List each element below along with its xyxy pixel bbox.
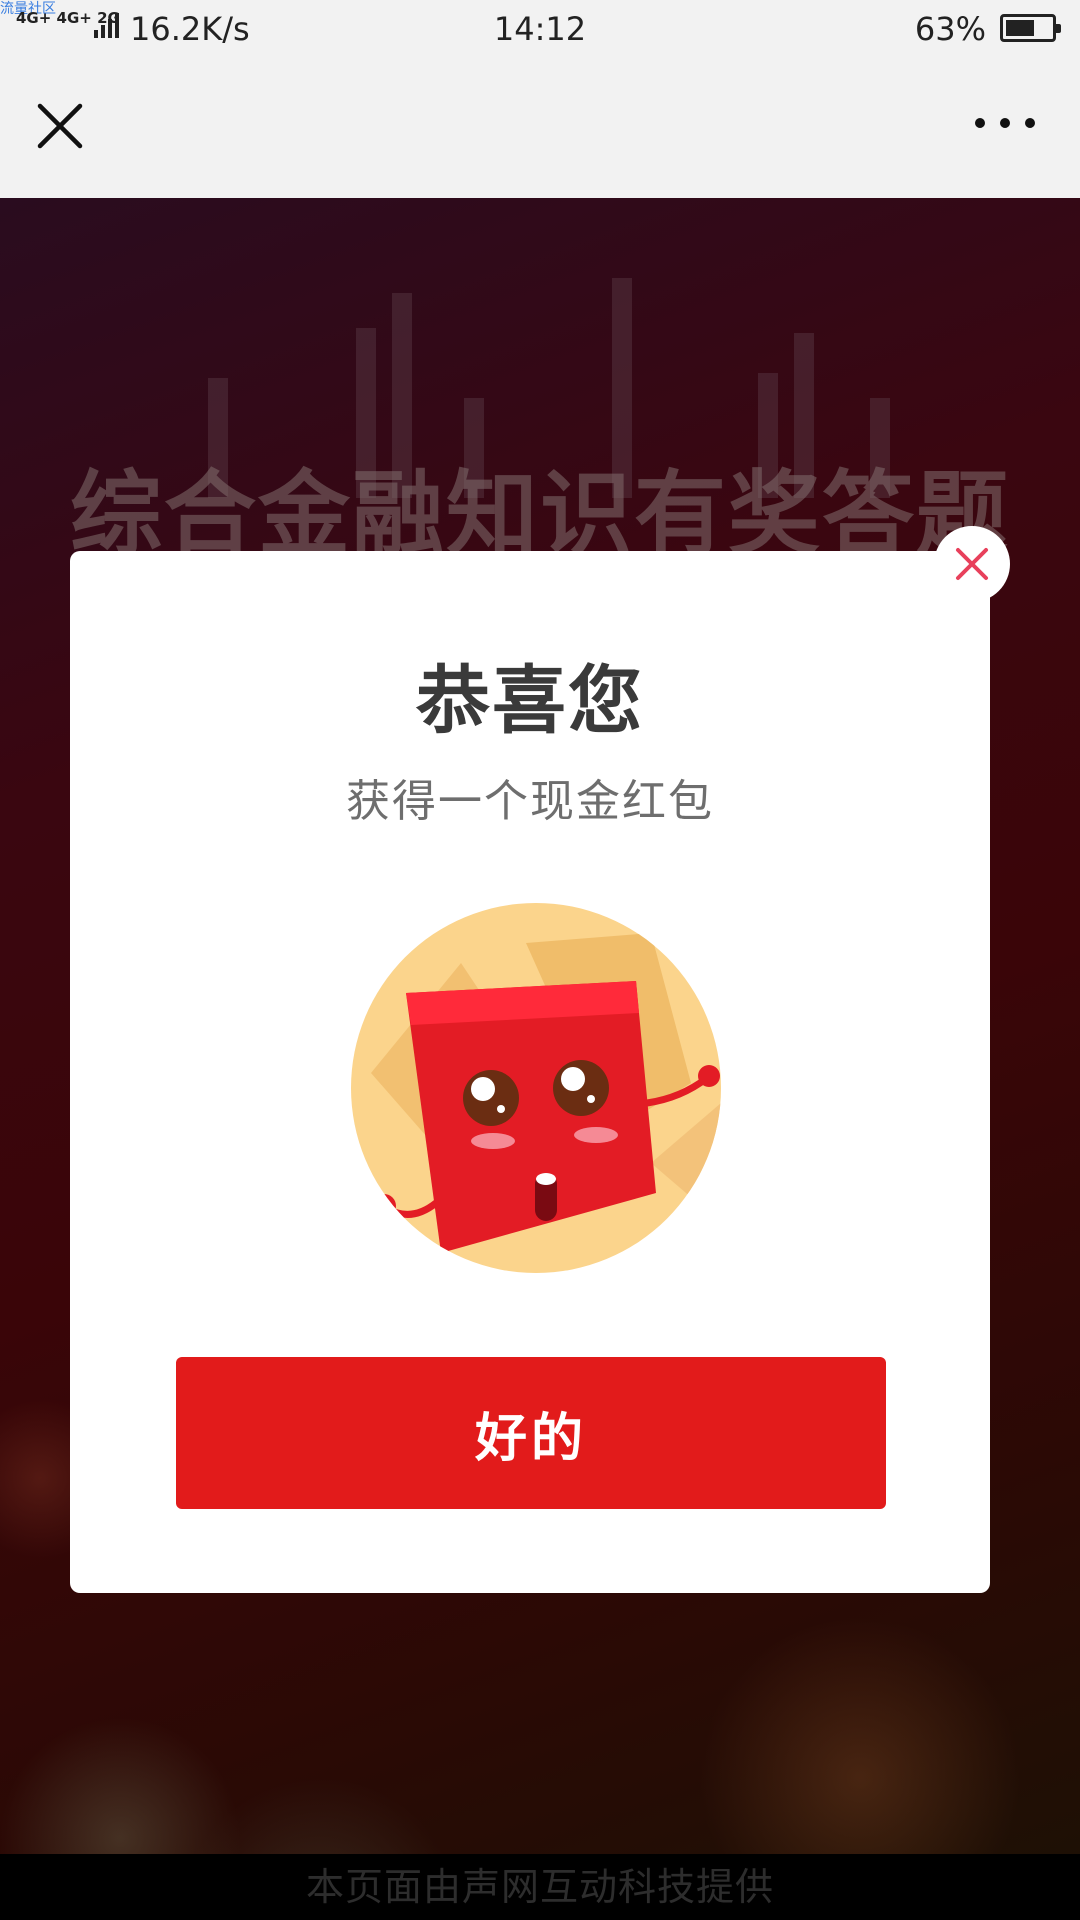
close-icon[interactable] [30, 96, 90, 156]
modal-subtitle: 获得一个现金红包 [346, 776, 714, 827]
nav-bar [0, 56, 1080, 198]
battery-nub [1056, 24, 1061, 33]
status-bar: 流量社区 4G+ 4G+ 2G 16.2K/s 14:12 63% [0, 0, 1080, 56]
modal-title: 恭喜您 [416, 658, 644, 744]
reward-modal: 恭喜您 获得一个现金红包 好的 [70, 551, 990, 1593]
ok-button[interactable]: 好的 [176, 1357, 886, 1509]
battery-fill [1006, 20, 1034, 36]
more-icon[interactable] [970, 108, 1040, 138]
battery-percentage: 63% [914, 10, 986, 48]
modal-close-button[interactable] [934, 526, 1010, 602]
red-envelope-mascot [351, 903, 721, 1273]
footer-credit: 本页面由声网互动科技提供 [0, 1854, 1080, 1920]
close-icon [956, 548, 988, 580]
battery-icon [1000, 14, 1061, 42]
